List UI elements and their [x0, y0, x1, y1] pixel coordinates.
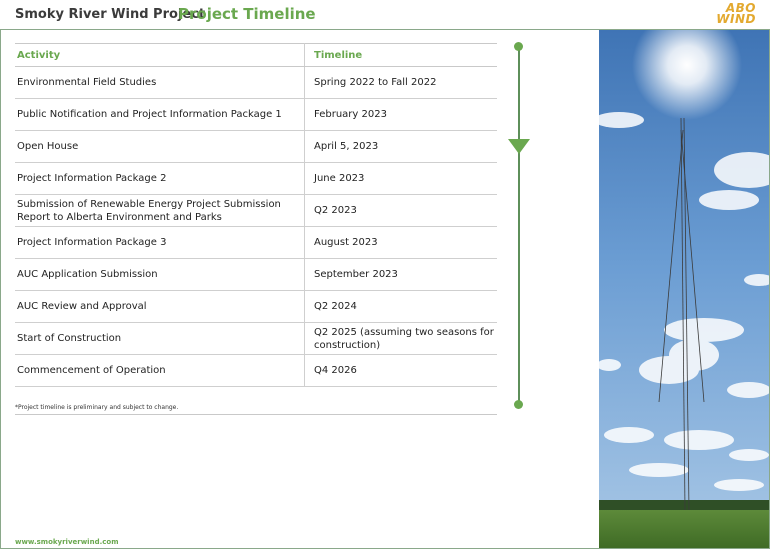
activity-cell: AUC Application Submission — [15, 258, 305, 291]
table-row: Start of Construction Q2 2025 (assuming … — [15, 322, 497, 355]
table-row: AUC Application Submission September 202… — [15, 258, 497, 291]
table-row: Submission of Renewable Energy Project S… — [15, 194, 497, 227]
activity-cell: Project Information Package 3 — [15, 226, 305, 259]
table-row: Environmental Field Studies Spring 2022 … — [15, 66, 497, 99]
timeline-cell: Q2 2023 — [304, 194, 497, 227]
timeline-start-dot — [514, 42, 523, 51]
abo-wind-logo: ABO WIND — [716, 2, 756, 26]
table-row: Project Information Package 2 June 2023 — [15, 162, 497, 195]
activity-cell: Project Information Package 2 — [15, 162, 305, 195]
table-row: Commencement of Operation Q4 2026 — [15, 354, 497, 387]
table-row: AUC Review and Approval Q2 2024 — [15, 290, 497, 323]
timeline-cell: August 2023 — [304, 226, 497, 259]
column-header-activity: Activity — [15, 43, 305, 67]
activity-cell: Public Notification and Project Informat… — [15, 98, 305, 131]
activity-cell: AUC Review and Approval — [15, 290, 305, 323]
activity-cell: Submission of Renewable Energy Project S… — [15, 194, 305, 227]
timeline-cell: February 2023 — [304, 98, 497, 131]
timeline-line — [518, 47, 520, 405]
table-row: Project Information Package 3 August 202… — [15, 226, 497, 259]
page-title: Project Timeline — [178, 5, 316, 23]
logo-text-wind: WIND — [716, 12, 756, 26]
timeline-cell: Q4 2026 — [304, 354, 497, 387]
met-tower-photo — [599, 30, 769, 548]
activity-cell: Environmental Field Studies — [15, 66, 305, 99]
current-stage-marker-icon — [508, 139, 530, 154]
activity-cell: Start of Construction — [15, 322, 305, 355]
table-row: Public Notification and Project Informat… — [15, 98, 497, 131]
table-row: Open House April 5, 2023 — [15, 130, 497, 163]
timeline-cell: September 2023 — [304, 258, 497, 291]
timeline-cell: June 2023 — [304, 162, 497, 195]
timeline-cell: Q2 2024 — [304, 290, 497, 323]
footer-url: www.smokyriverwind.com — [15, 538, 119, 546]
header-bar: Smoky River Wind Project Project Timelin… — [0, 0, 770, 30]
activity-cell: Commencement of Operation — [15, 354, 305, 387]
table-header-row: Activity Timeline — [15, 43, 497, 67]
timeline-cell: April 5, 2023 — [304, 130, 497, 163]
timeline-end-dot — [514, 400, 523, 409]
project-name: Smoky River Wind Project — [15, 7, 206, 22]
timeline-cell: Spring 2022 to Fall 2022 — [304, 66, 497, 99]
timeline-table: Activity Timeline Environmental Field St… — [15, 43, 497, 387]
column-header-timeline: Timeline — [304, 43, 497, 67]
timeline-cell: Q2 2025 (assuming two seasons for constr… — [304, 322, 497, 355]
footnote: *Project timeline is preliminary and sub… — [15, 404, 497, 415]
activity-cell: Open House — [15, 130, 305, 163]
